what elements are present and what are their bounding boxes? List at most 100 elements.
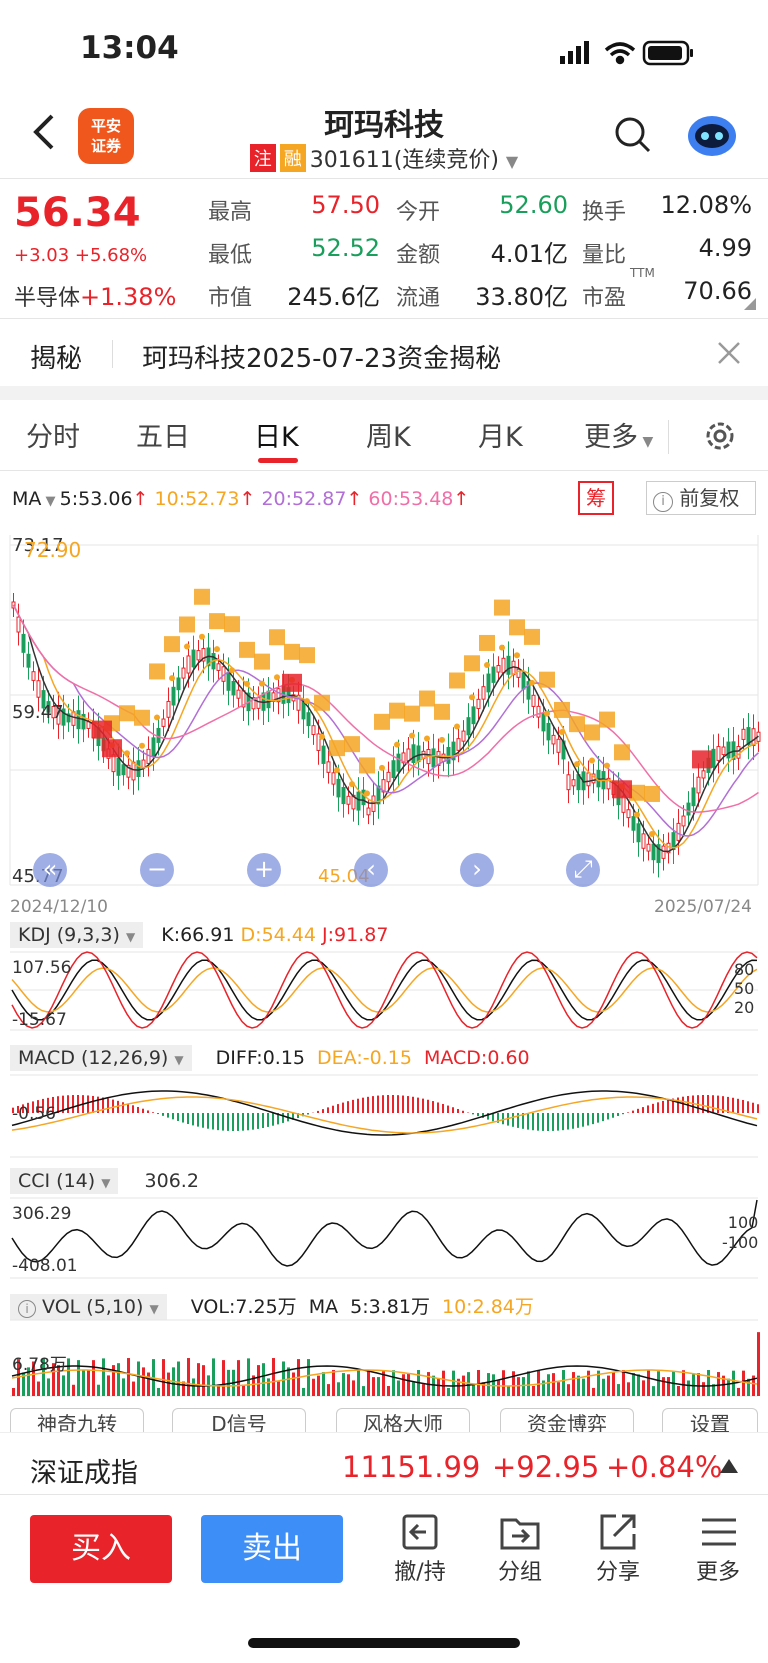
- prev-icon[interactable]: ‹: [354, 853, 388, 887]
- zoom-in-icon[interactable]: +: [247, 853, 281, 887]
- signal-dot: [469, 694, 475, 701]
- fullscreen-icon[interactable]: ⤢: [566, 853, 600, 887]
- candle-body: [491, 666, 496, 683]
- candle-body: [521, 672, 526, 690]
- group-button[interactable]: 分组: [480, 1510, 560, 1586]
- volume-bar: [757, 1332, 760, 1396]
- adjust-button[interactable]: i 前复权: [646, 481, 756, 515]
- macd-bar: [477, 1113, 479, 1117]
- macd-bar: [122, 1102, 124, 1113]
- macd-bar: [57, 1096, 59, 1113]
- macd-bar: [577, 1113, 579, 1128]
- tab-monthly-k[interactable]: 月K: [478, 415, 523, 454]
- vol-selector[interactable]: i VOL (5,10) ▼: [10, 1294, 167, 1320]
- macd-bar: [347, 1101, 349, 1113]
- macd-bar: [737, 1098, 739, 1113]
- macd-bar: [747, 1101, 749, 1113]
- cci-ref-levels: 100 -100: [722, 1213, 759, 1252]
- signal-dot: [244, 680, 250, 687]
- volume-bar: [307, 1359, 310, 1396]
- signal-dot: [184, 643, 190, 650]
- tool-button[interactable]: 资金博弈: [500, 1408, 634, 1432]
- buy-button[interactable]: 买入: [30, 1515, 172, 1583]
- macd-bar: [452, 1107, 454, 1113]
- settings-gear-icon[interactable]: [702, 418, 738, 454]
- close-icon[interactable]: [716, 340, 742, 366]
- chip-button[interactable]: 筹: [578, 481, 614, 515]
- status-bar: 13:04: [0, 0, 768, 95]
- candle-body: [111, 754, 116, 773]
- macd-bar: [537, 1113, 539, 1131]
- volume-bar: [727, 1378, 730, 1396]
- macd-bar: [512, 1113, 514, 1127]
- candlestick-chart[interactable]: [0, 525, 768, 895]
- candle-body: [86, 721, 91, 729]
- cci-selector[interactable]: CCI (14) ▼: [10, 1168, 119, 1194]
- tool-button[interactable]: 风格大师: [336, 1408, 470, 1432]
- vol-ma10: 10:2.84万: [442, 1296, 534, 1318]
- zoom-out-icon[interactable]: −: [140, 853, 174, 887]
- reveal-link[interactable]: 珂玛科技2025-07-23资金揭秘: [142, 338, 501, 375]
- t-signal-marker: [554, 701, 570, 718]
- macd-bar: [362, 1097, 364, 1113]
- more-button[interactable]: 更多: [678, 1510, 758, 1586]
- sector-row[interactable]: 半导体+1.38%: [14, 280, 176, 312]
- candle-body: [661, 845, 666, 859]
- tab-five-day[interactable]: 五日: [136, 415, 190, 454]
- t-signal-marker: [644, 785, 660, 802]
- candle-body: [566, 774, 571, 791]
- volume-chart: [10, 1319, 760, 1397]
- share-button[interactable]: 分享: [578, 1510, 658, 1586]
- macd-selector[interactable]: MACD (12,26,9) ▼: [10, 1045, 192, 1071]
- candle-body: [506, 655, 511, 675]
- tab-weekly-k[interactable]: 周K: [366, 415, 411, 454]
- macd-bar: [757, 1104, 759, 1113]
- volume-bar: [82, 1369, 85, 1396]
- signal-dot: [259, 680, 265, 687]
- candle-body: [631, 816, 636, 831]
- robot-assistant-icon[interactable]: [686, 110, 738, 158]
- tool-button[interactable]: 神奇九转: [10, 1408, 144, 1432]
- volume-bar: [397, 1380, 400, 1396]
- volume-bar: [92, 1360, 95, 1396]
- candle-body: [176, 677, 181, 691]
- quote-label: 今开: [396, 200, 441, 225]
- macd-bar: [667, 1099, 669, 1113]
- corner-expand-icon[interactable]: [744, 298, 756, 310]
- volume-bar: [377, 1377, 380, 1396]
- tab-intraday[interactable]: 分时: [26, 415, 80, 454]
- signal-dot: [454, 723, 460, 730]
- volume-bar: [622, 1370, 625, 1396]
- kdj-y-top: 107.56: [12, 958, 72, 978]
- macd-bar: [202, 1113, 204, 1128]
- candle-body: [76, 710, 81, 730]
- macd-bar: [267, 1113, 269, 1127]
- cci-chart: [10, 1197, 758, 1279]
- quote-label: 最高: [208, 200, 253, 225]
- volume-bar: [707, 1370, 710, 1396]
- macd-bar: [92, 1095, 94, 1113]
- signal-dot: [514, 652, 520, 659]
- kdj-selector[interactable]: KDJ (9,3,3) ▼: [10, 922, 144, 948]
- macd-bar: [652, 1103, 654, 1113]
- tool-button[interactable]: D信号: [172, 1408, 306, 1432]
- tool-button[interactable]: 设置: [662, 1408, 758, 1432]
- search-icon[interactable]: [613, 115, 653, 155]
- date-end: 2025/07/24: [654, 897, 752, 917]
- candle-body: [366, 807, 371, 816]
- tab-daily-k[interactable]: 日K: [254, 415, 299, 454]
- scroll-left-icon[interactable]: «: [33, 853, 67, 887]
- tab-more[interactable]: 更多 ▼: [584, 415, 653, 454]
- macd-bar: [127, 1103, 129, 1113]
- quote-label: 换手: [582, 200, 627, 225]
- ma-selector[interactable]: MA: [12, 488, 41, 510]
- candle-body: [726, 741, 731, 759]
- cancel-hold-button[interactable]: 撤/持: [380, 1510, 460, 1586]
- macd-bar: [152, 1112, 154, 1113]
- macd-diff: DIFF:0.15: [215, 1047, 305, 1069]
- macd-chart: [10, 1074, 759, 1158]
- sell-button[interactable]: 卖出: [201, 1515, 343, 1583]
- next-icon[interactable]: ›: [460, 853, 494, 887]
- index-bar[interactable]: 深证成指 11151.99 +92.95 +0.84%: [0, 1432, 768, 1492]
- active-tab-indicator: [258, 458, 298, 463]
